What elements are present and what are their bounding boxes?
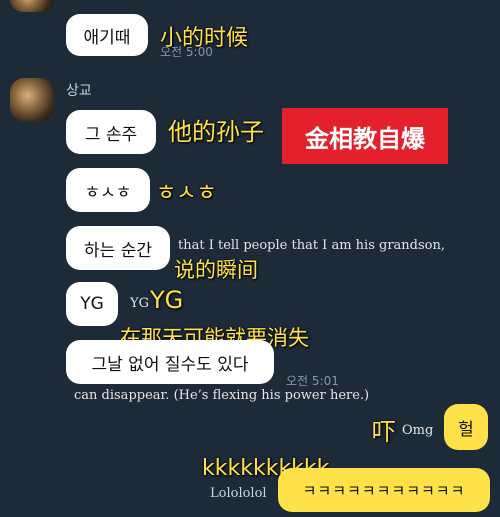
my-message-bubble-2[interactable]: ㅋㅋㅋㅋㅋㅋㅋㅋㅋㅋㅋ: [278, 468, 490, 512]
message-bubble-5[interactable]: YG: [66, 282, 118, 326]
sender-avatar[interactable]: [10, 78, 54, 122]
title-box: 金相教自爆: [282, 108, 448, 164]
english-subtitle-1: that I tell people that I am his grandso…: [178, 238, 445, 253]
english-subtitle-5: Lolololol: [210, 486, 267, 501]
my-message-bubble-1[interactable]: 헐: [444, 404, 488, 450]
annotation-4: 说的瞬间: [174, 258, 258, 282]
english-subtitle-3: can disappear. (He’s flexing his power h…: [74, 388, 370, 403]
message-bubble-4[interactable]: 하는 순간: [66, 226, 170, 270]
message-bubble-1[interactable]: 애기때: [66, 14, 148, 56]
message-bubble-2[interactable]: 그 손주: [66, 110, 156, 154]
annotation-7: 吓: [372, 418, 396, 446]
sender-avatar-top[interactable]: [10, 0, 54, 12]
annotation-3: ㅎㅅㅎ: [156, 181, 217, 206]
annotation-2: 他的孙子: [168, 118, 264, 146]
english-subtitle-2: YG: [130, 296, 149, 311]
timestamp-2: 오전 5:01: [286, 374, 339, 388]
sender-name: 상교: [66, 83, 92, 99]
annotation-5: YG: [150, 286, 184, 314]
timestamp-1: 오전 5:00: [160, 45, 213, 59]
message-bubble-3[interactable]: ㅎㅅㅎ: [66, 168, 150, 212]
english-subtitle-4: Omg: [402, 423, 434, 438]
message-bubble-6[interactable]: 그날 없어 질수도 있다: [66, 340, 274, 384]
